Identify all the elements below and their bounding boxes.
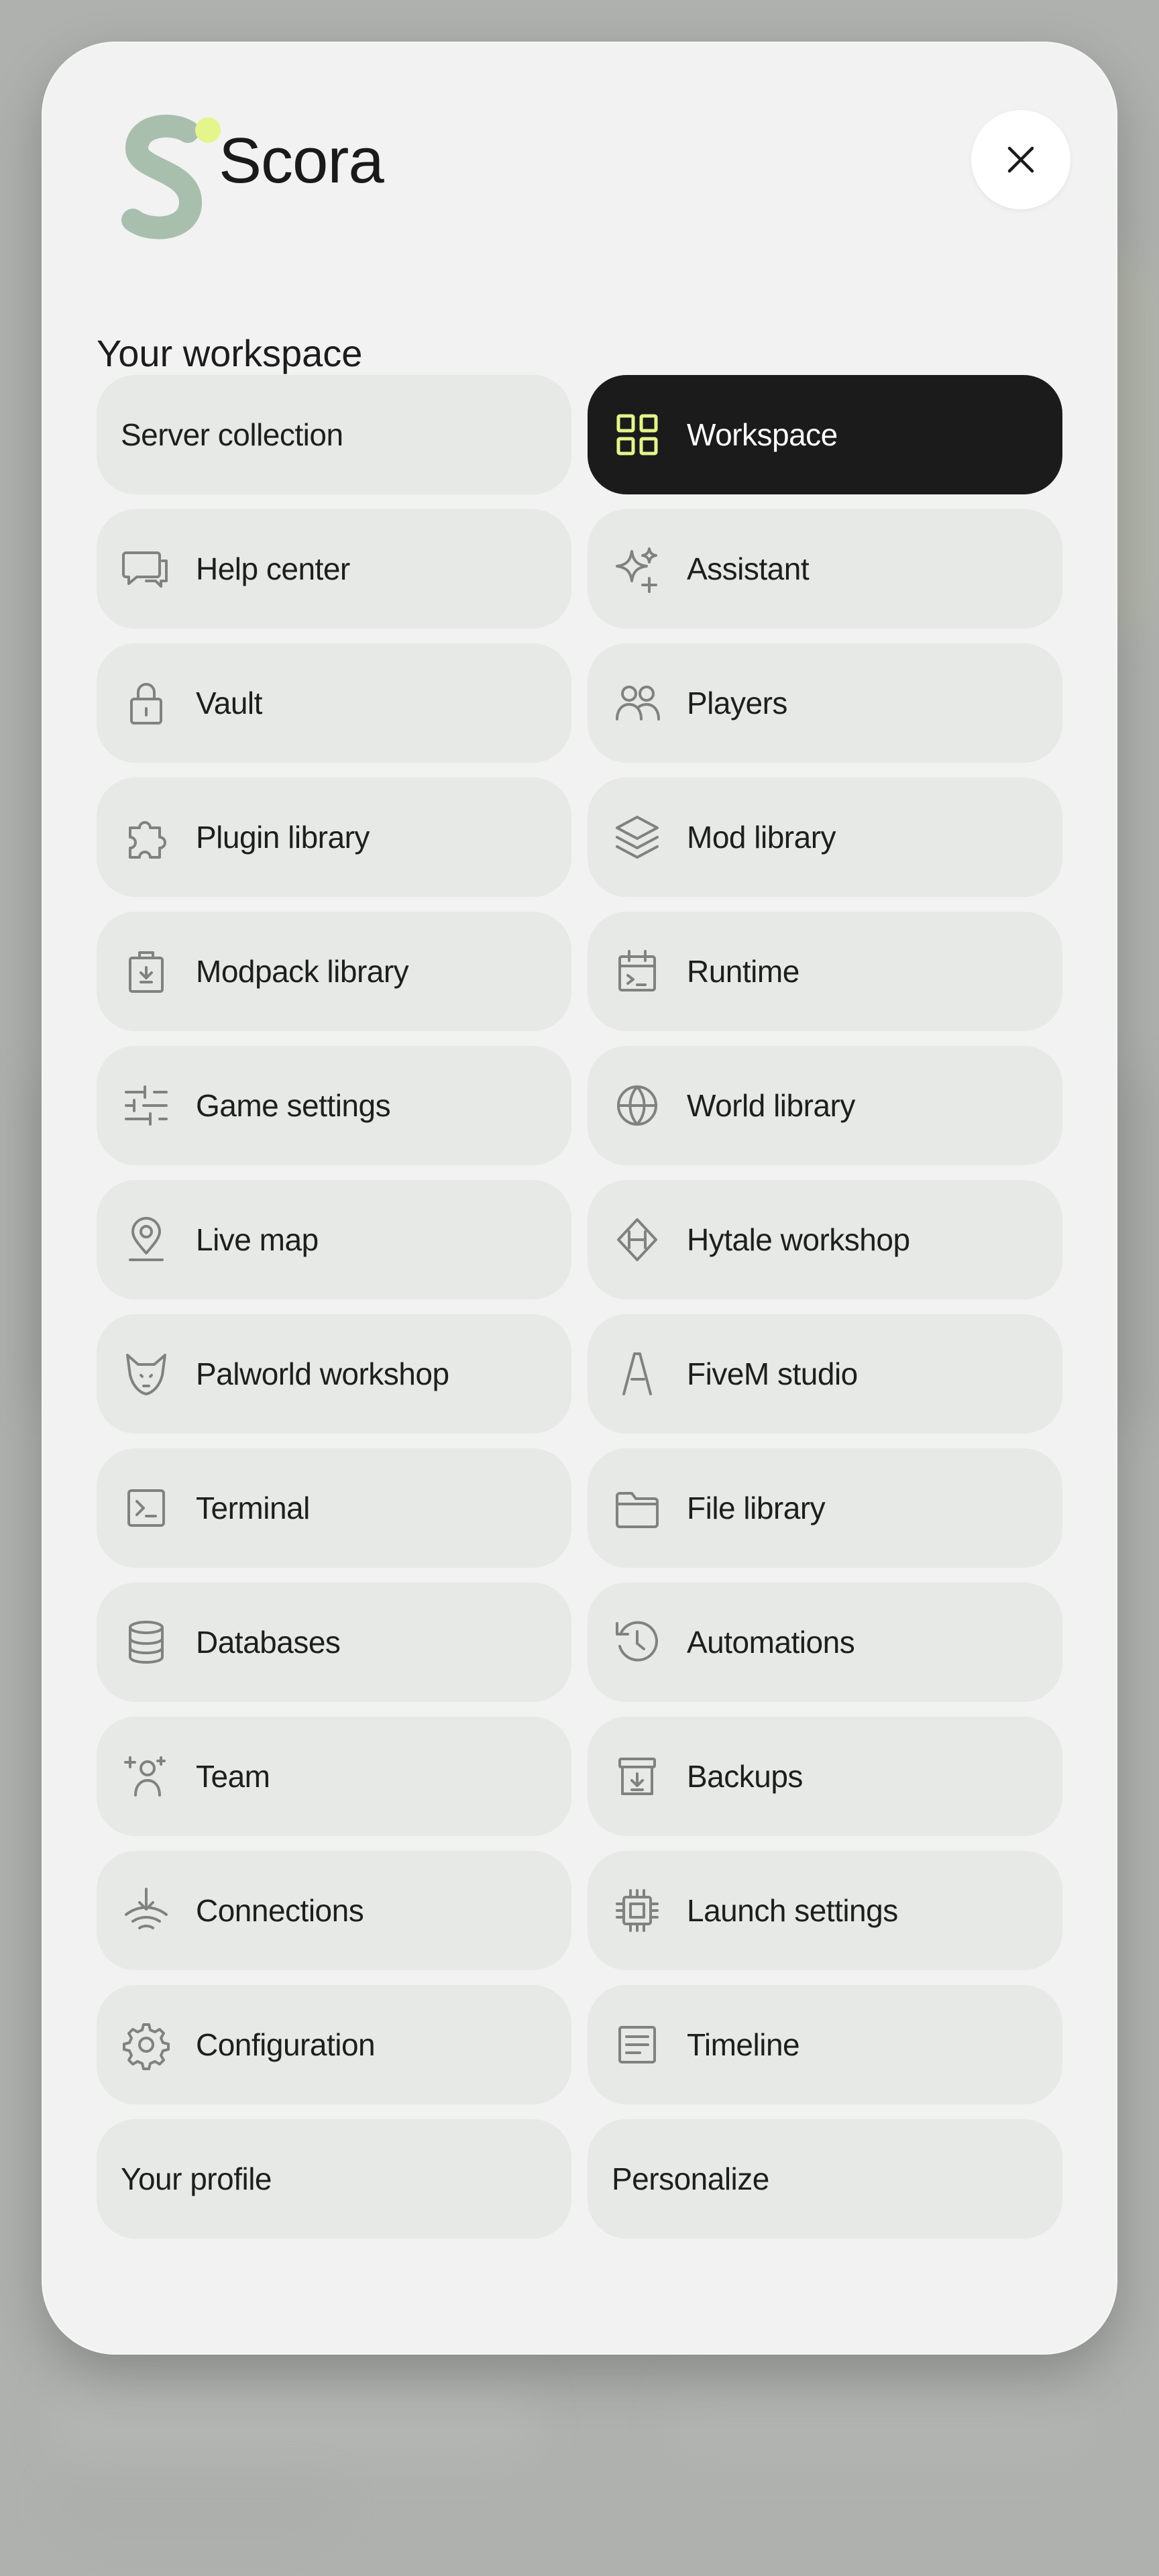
menu-item-label: Live map — [196, 1222, 319, 1257]
menu-item-fivem-studio[interactable]: FiveM studio — [588, 1314, 1062, 1434]
menu-item-label: Game settings — [196, 1088, 391, 1123]
document-lines-icon — [612, 2019, 663, 2070]
menu-item-label: Databases — [196, 1625, 341, 1660]
menu-item-automations[interactable]: Automations — [588, 1582, 1062, 1702]
menu-item-label: Assistant — [687, 551, 810, 586]
workspace-menu-sheet: Scora Your workspace Server collection Wo… — [42, 42, 1117, 2355]
menu-item-label: Palworld workshop — [196, 1356, 449, 1391]
puzzle-icon — [121, 812, 172, 863]
backdrop-shape — [671, 2388, 1087, 2462]
fox-icon — [121, 1348, 172, 1399]
menu-item-databases[interactable]: Databases — [97, 1582, 571, 1702]
menu-item-label: Plugin library — [196, 820, 370, 855]
diamond-icon — [612, 1214, 663, 1265]
menu-item-label: Team — [196, 1759, 270, 1794]
menu-item-launch-settings[interactable]: Launch settings — [588, 1851, 1062, 1970]
menu-item-live-map[interactable]: Live map — [97, 1180, 571, 1299]
grid-icon — [612, 409, 663, 460]
map-pin-icon — [121, 1214, 172, 1265]
menu-item-label: Server collection — [121, 417, 343, 452]
menu-item-backups[interactable]: Backups — [588, 1717, 1062, 1836]
menu-item-assistant[interactable]: Assistant — [588, 509, 1062, 629]
menu-item-label: Players — [687, 686, 787, 720]
menu-item-vault[interactable]: Vault — [97, 643, 571, 763]
backdrop-shape — [54, 2381, 537, 2462]
layers-icon — [612, 812, 663, 863]
menu-item-label: File library — [687, 1491, 826, 1525]
menu-item-mod-library[interactable]: Mod library — [588, 777, 1062, 897]
database-icon — [121, 1617, 172, 1668]
package-icon — [121, 946, 172, 997]
menu-item-label: Vault — [196, 686, 262, 720]
user-plus-icon — [121, 1751, 172, 1802]
menu-item-team[interactable]: Team — [97, 1717, 571, 1836]
menu-item-players[interactable]: Players — [588, 643, 1062, 763]
menu-item-timeline[interactable]: Timeline — [588, 1985, 1062, 2104]
menu-item-label: Mod library — [687, 820, 836, 855]
menu-item-workspace[interactable]: Workspace — [588, 375, 1062, 494]
menu-item-personalize[interactable]: Personalize — [588, 2119, 1062, 2239]
backdrop-shape — [54, 2482, 335, 2529]
menu-item-label: Connections — [196, 1893, 364, 1928]
app-name: Scora — [219, 125, 384, 197]
menu-item-connections[interactable]: Connections — [97, 1851, 571, 1970]
fivem-icon — [612, 1348, 663, 1399]
menu-item-label: Terminal — [196, 1491, 310, 1525]
menu-grid: Server collection Workspace Help center Ass… — [97, 375, 1062, 2239]
menu-item-modpack-library[interactable]: Modpack library — [97, 912, 571, 1031]
menu-item-label: Modpack library — [196, 954, 409, 989]
close-button[interactable] — [971, 110, 1070, 209]
folder-icon — [612, 1483, 663, 1534]
menu-item-label: Backups — [687, 1759, 803, 1794]
menu-item-palworld-workshop[interactable]: Palworld workshop — [97, 1314, 571, 1434]
chat-icon — [121, 543, 172, 594]
terminal-icon — [121, 1483, 172, 1534]
menu-item-label: Configuration — [196, 2027, 376, 2062]
menu-item-file-library[interactable]: File library — [588, 1448, 1062, 1568]
menu-item-label: Hytale workshop — [687, 1222, 910, 1257]
gear-icon — [121, 2019, 172, 2070]
menu-item-label: Automations — [687, 1625, 855, 1660]
menu-item-server-collection[interactable]: Server collection — [97, 375, 571, 494]
close-icon — [1007, 146, 1034, 173]
menu-item-game-settings[interactable]: Game settings — [97, 1046, 571, 1165]
menu-item-your-profile[interactable]: Your profile — [97, 2119, 571, 2239]
sparkles-icon — [612, 543, 663, 594]
menu-item-label: Launch settings — [687, 1893, 898, 1928]
wifi-download-icon — [121, 1885, 172, 1936]
menu-item-label: Personalize — [612, 2161, 769, 2196]
menu-item-label: Your profile — [121, 2161, 272, 2196]
lock-icon — [121, 678, 172, 729]
menu-item-runtime[interactable]: Runtime — [588, 912, 1062, 1031]
menu-item-help-center[interactable]: Help center — [97, 509, 571, 629]
menu-item-label: Workspace — [687, 417, 838, 452]
menu-item-label: World library — [687, 1088, 855, 1123]
menu-item-plugin-library[interactable]: Plugin library — [97, 777, 571, 897]
menu-item-label: Help center — [196, 551, 350, 586]
menu-item-terminal[interactable]: Terminal — [97, 1448, 571, 1568]
globe-icon — [612, 1080, 663, 1131]
section-title: Your workspace — [97, 332, 363, 374]
users-icon — [612, 678, 663, 729]
menu-header: Scora — [42, 42, 1117, 243]
calendar-terminal-icon — [612, 946, 663, 997]
menu-item-configuration[interactable]: Configuration — [97, 1985, 571, 2104]
cpu-icon — [612, 1885, 663, 1936]
sliders-icon — [121, 1080, 172, 1131]
archive-icon — [612, 1751, 663, 1802]
history-icon — [612, 1617, 663, 1668]
menu-item-world-library[interactable]: World library — [588, 1046, 1062, 1165]
scora-logo — [121, 114, 221, 239]
menu-item-hytale-workshop[interactable]: Hytale workshop — [588, 1180, 1062, 1299]
menu-item-label: FiveM studio — [687, 1356, 858, 1391]
menu-item-label: Runtime — [687, 954, 799, 989]
menu-item-label: Timeline — [687, 2027, 800, 2062]
